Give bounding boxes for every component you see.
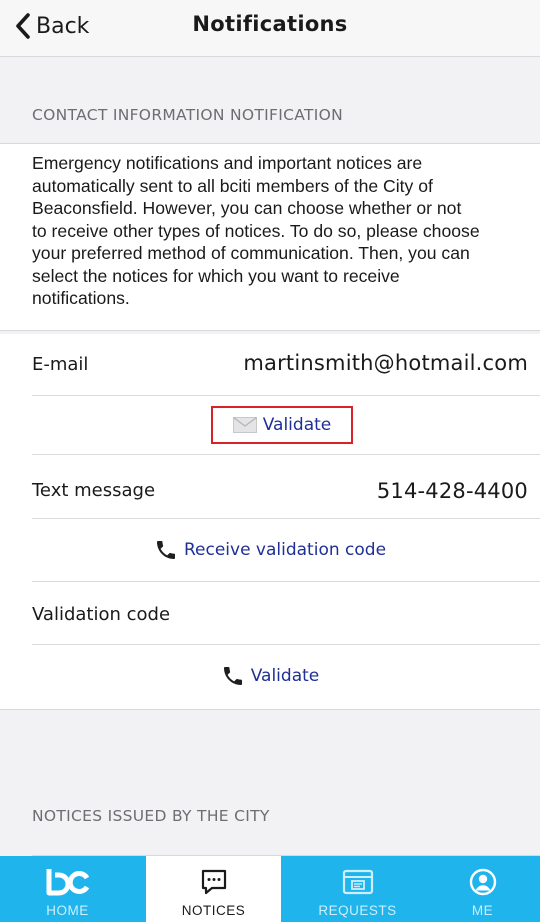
email-validate-label: Validate xyxy=(262,415,332,435)
phone-field[interactable]: 514-428-4400 xyxy=(377,479,528,503)
chat-bubble-icon xyxy=(199,865,229,899)
text-message-label: Text message xyxy=(32,480,156,501)
contact-section-header: CONTACT INFORMATION NOTIFICATION xyxy=(32,106,343,124)
validate-code-button[interactable]: Validate xyxy=(0,664,540,688)
user-circle-icon xyxy=(468,865,498,899)
validate-code-label: Validate xyxy=(250,666,320,686)
navigation-bar: Back Notifications xyxy=(0,0,540,57)
contact-form: E-mail martinsmith@hotmail.com Validate … xyxy=(0,334,540,710)
contact-description: Emergency notifications and important no… xyxy=(0,143,540,331)
bc-logo-icon xyxy=(45,865,91,899)
description-line: Emergency notifications and important no… xyxy=(32,153,423,173)
description-line: select the notices for which you want to… xyxy=(32,265,400,286)
notices-section-header: NOTICES ISSUED BY THE CITY xyxy=(32,807,270,825)
row-divider xyxy=(32,644,540,645)
row-divider xyxy=(32,395,540,396)
page-title: Notifications xyxy=(192,12,348,36)
email-validate-button[interactable]: Validate xyxy=(211,406,353,444)
validation-code-label: Validation code xyxy=(32,604,171,625)
email-label: E-mail xyxy=(32,354,89,375)
tab-notices[interactable]: NOTICES xyxy=(146,856,281,922)
receive-validation-code-button[interactable]: Receive validation code xyxy=(0,538,540,562)
tab-label: HOME xyxy=(46,903,89,918)
row-divider xyxy=(32,454,540,455)
description-line: Beaconsfield. However, you can choose wh… xyxy=(32,198,462,218)
receive-validation-code-label: Receive validation code xyxy=(183,540,387,560)
requests-card-icon xyxy=(341,865,375,899)
tab-bar: HOME NOTICES REQUESTS ME xyxy=(0,856,540,922)
tab-label: NOTICES xyxy=(181,903,246,918)
tab-me[interactable]: ME xyxy=(415,856,540,922)
tab-home[interactable]: HOME xyxy=(0,856,135,922)
row-divider xyxy=(32,518,540,519)
description-line: automatically sent to all bciti members … xyxy=(32,175,433,196)
row-divider xyxy=(32,581,540,582)
phone-icon xyxy=(154,538,178,562)
description-text: Emergency notifications and important no… xyxy=(32,152,532,310)
phone-icon xyxy=(221,664,245,688)
description-line: to receive other types of notices. To do… xyxy=(32,220,480,241)
tab-requests[interactable]: REQUESTS xyxy=(290,856,425,922)
tab-label: REQUESTS xyxy=(318,903,397,918)
description-line: notifications. xyxy=(32,288,130,308)
envelope-icon xyxy=(232,417,257,433)
tab-label: ME xyxy=(471,903,494,918)
email-field[interactable]: martinsmith@hotmail.com xyxy=(243,351,528,375)
description-line: your preferred method of communication. … xyxy=(32,243,470,263)
